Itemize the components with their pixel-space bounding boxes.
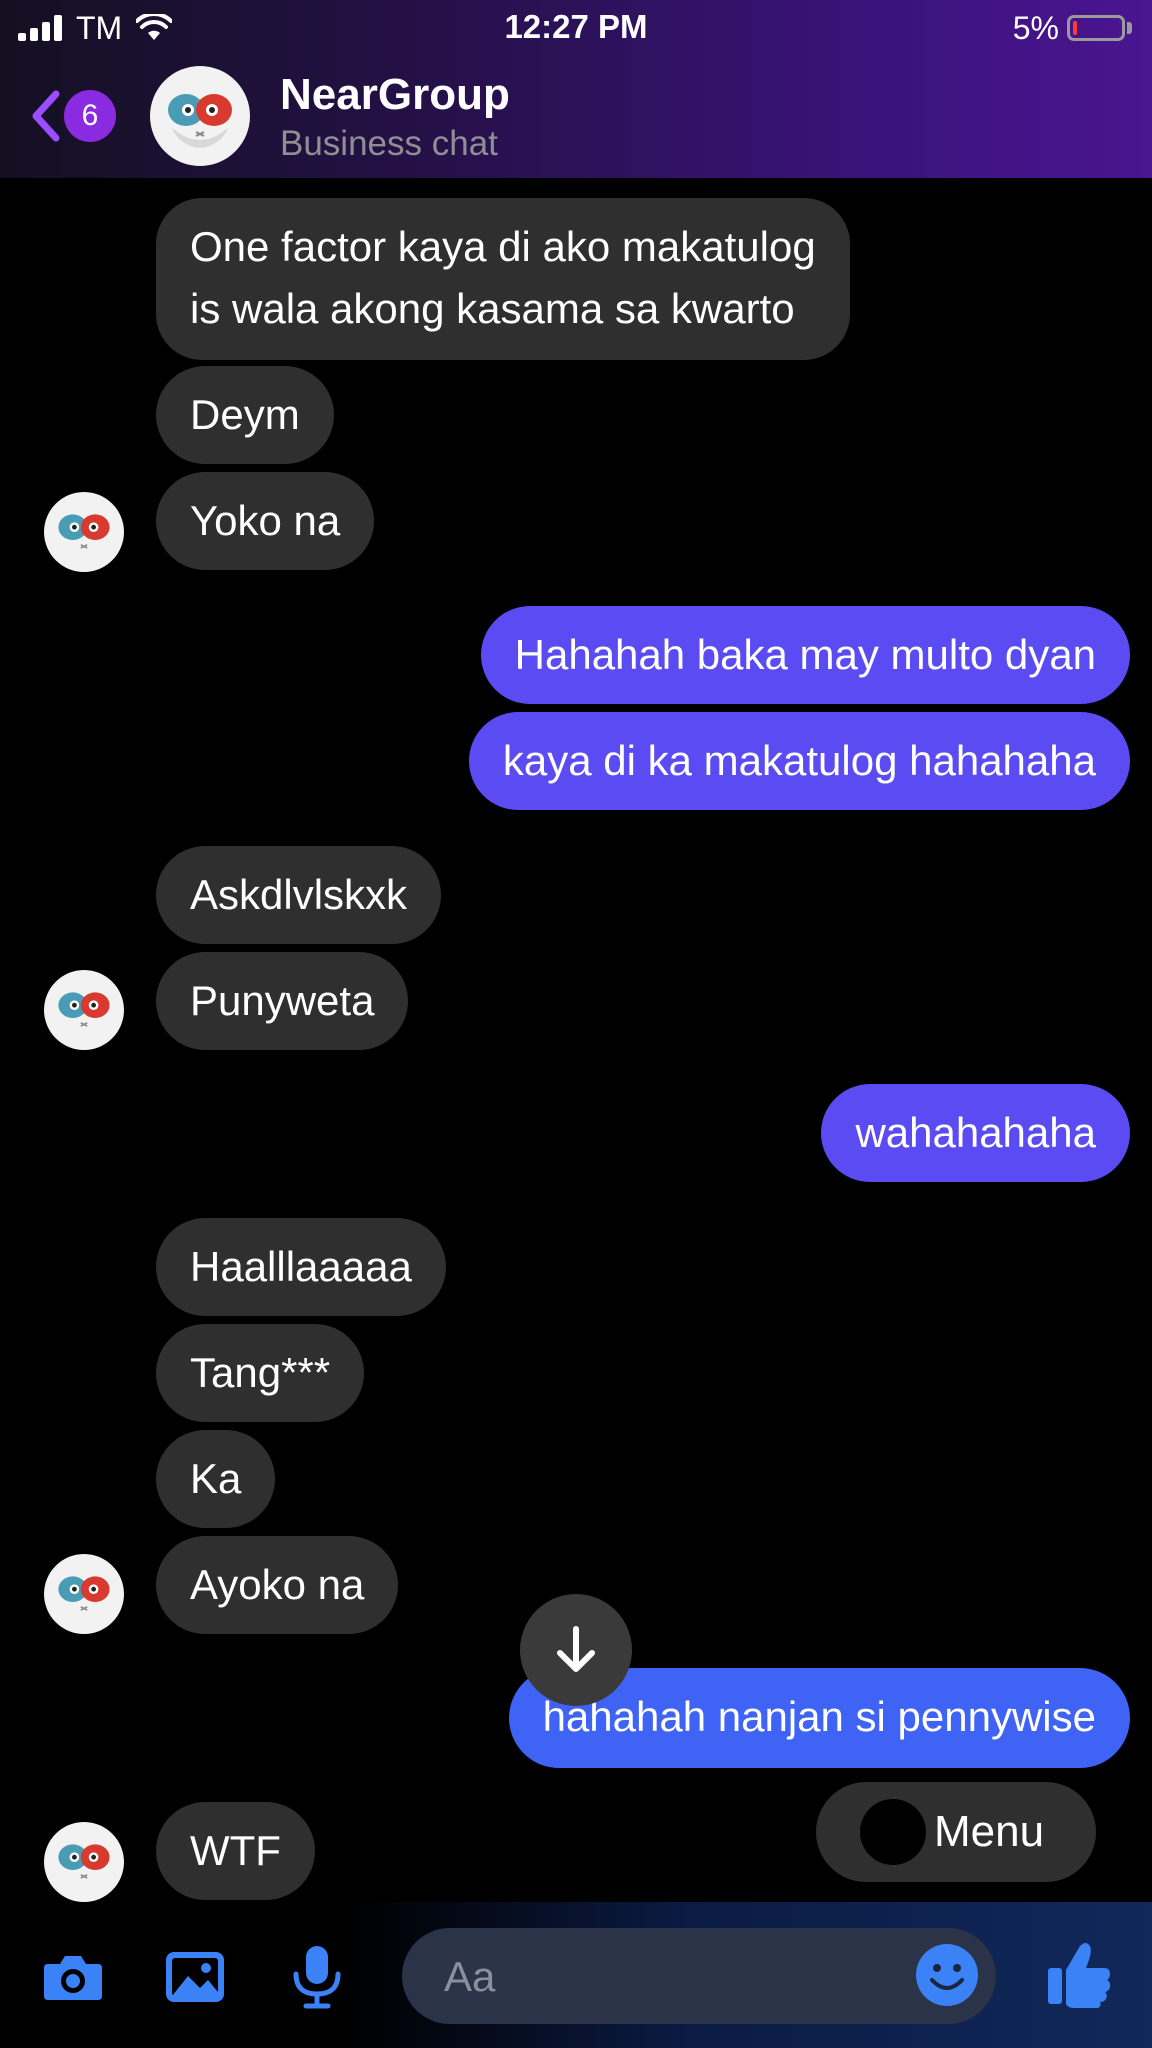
message-input[interactable]: [442, 1942, 866, 2012]
status-bar: TM 12:27 PM 5%: [0, 0, 1152, 56]
chat-header: TM 12:27 PM 5% 6 NearGroup Business chat: [0, 0, 1152, 178]
message-bubble-incoming[interactable]: One factor kaya di ako makatulog is wala…: [156, 198, 850, 360]
arrow-down-icon: [557, 1626, 595, 1672]
unread-count-badge: 6: [64, 90, 116, 142]
camera-icon[interactable]: [40, 1944, 106, 2010]
message-bubble-incoming[interactable]: Yoko na: [156, 472, 375, 570]
message-bubble-incoming[interactable]: Haalllaaaaa: [156, 1218, 446, 1316]
message-bubble-incoming[interactable]: Deym: [156, 366, 334, 464]
sender-avatar[interactable]: [44, 970, 124, 1050]
sender-avatar[interactable]: [44, 1554, 124, 1634]
emoji-icon[interactable]: [914, 1942, 980, 2008]
message-bubble-incoming[interactable]: Punyweta: [156, 952, 409, 1050]
sender-avatar[interactable]: [44, 492, 124, 572]
scroll-to-bottom-button[interactable]: [520, 1594, 632, 1706]
menu-indicator-icon: [860, 1799, 926, 1865]
clock: 12:27 PM: [504, 8, 648, 45]
battery-icon: [1067, 15, 1125, 41]
message-line: is wala akong kasama sa kwarto: [190, 285, 795, 332]
chat-subtitle: Business chat: [280, 124, 498, 163]
message-bubble-outgoing[interactable]: wahahahaha: [821, 1084, 1130, 1182]
message-composer: [402, 1928, 996, 2024]
message-bubble-outgoing[interactable]: Hahahah baka may multo dyan: [480, 606, 1130, 704]
group-avatar[interactable]: [150, 66, 250, 166]
thumbs-up-icon[interactable]: [1044, 1938, 1114, 2010]
menu-button[interactable]: Menu: [816, 1782, 1096, 1882]
message-bubble-incoming[interactable]: WTF: [156, 1802, 315, 1900]
message-bubble-incoming[interactable]: Askdlvlskxk: [156, 846, 442, 944]
message-bubble-incoming[interactable]: Tang***: [156, 1324, 365, 1422]
gallery-icon[interactable]: [162, 1944, 228, 2010]
message-bubble-incoming[interactable]: Ayoko na: [156, 1536, 399, 1634]
back-button[interactable]: 6: [30, 88, 126, 144]
chat-title[interactable]: NearGroup: [280, 70, 510, 120]
sender-avatar[interactable]: [44, 1822, 124, 1902]
microphone-icon[interactable]: [284, 1944, 350, 2010]
back-chevron-icon: [32, 90, 60, 142]
message-bubble-incoming[interactable]: Ka: [156, 1430, 276, 1528]
chat-screen: TM 12:27 PM 5% 6 NearGroup Business chat…: [0, 0, 1152, 2048]
message-bubble-outgoing[interactable]: kaya di ka makatulog hahahaha: [468, 712, 1130, 810]
menu-label: Menu: [934, 1807, 1045, 1856]
message-line: One factor kaya di ako makatulog: [190, 223, 816, 270]
battery-percent: 5%: [1012, 9, 1059, 46]
